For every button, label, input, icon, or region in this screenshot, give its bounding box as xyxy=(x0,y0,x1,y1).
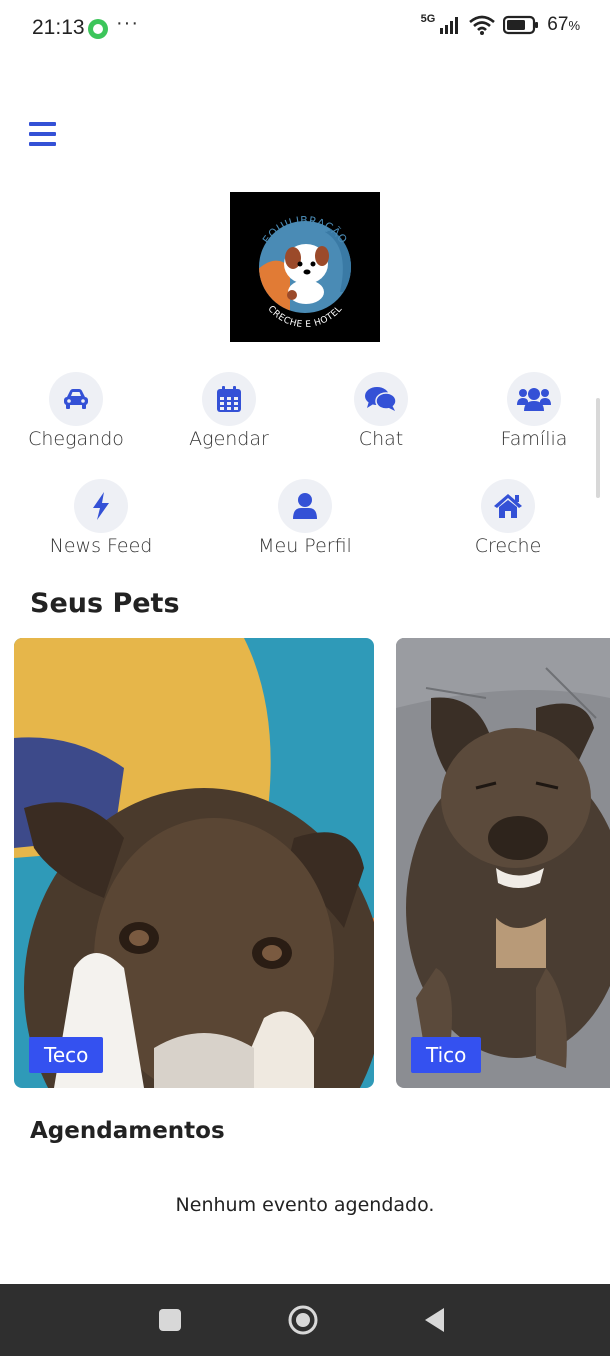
quick-action-label: Chegando xyxy=(28,428,124,450)
pet-card-tico[interactable]: Tico xyxy=(396,638,610,1088)
quick-action-label: News Feed xyxy=(49,535,153,557)
pet-name-badge: Tico xyxy=(411,1037,482,1073)
appointments-empty-text: Nenhum evento agendado. xyxy=(175,1194,435,1216)
quick-action-agendar[interactable]: Agendar xyxy=(179,372,279,450)
quick-action-familia[interactable]: Família xyxy=(484,372,584,450)
scrollbar[interactable] xyxy=(596,398,600,498)
system-nav-bar xyxy=(0,1284,610,1356)
quick-action-label: Família xyxy=(500,428,568,450)
user-icon xyxy=(278,479,332,533)
quick-action-chat[interactable]: Chat xyxy=(331,372,431,450)
home-button[interactable] xyxy=(273,1284,333,1356)
brand-logo: EQUILIBRAÇÃO CRECHE E HOTEL xyxy=(230,192,380,342)
notification-app-icon xyxy=(88,19,108,39)
quick-action-chegando[interactable]: Chegando xyxy=(26,372,126,450)
chat-icon xyxy=(354,372,408,426)
logo-image: EQUILIBRAÇÃO CRECHE E HOTEL xyxy=(255,214,355,330)
pet-photo xyxy=(14,638,374,1088)
wifi-icon xyxy=(469,15,496,35)
battery-unit: % xyxy=(568,18,580,33)
status-indicators: 5G 67% xyxy=(420,13,580,36)
recents-button[interactable] xyxy=(140,1284,200,1356)
battery-percent: 67% xyxy=(547,14,580,36)
signal-icon xyxy=(440,17,459,34)
pet-name-badge: Teco xyxy=(29,1037,104,1073)
appointments-title: Agendamentos xyxy=(30,1118,225,1144)
quick-action-creche[interactable]: Creche xyxy=(453,479,563,557)
car-icon xyxy=(49,372,103,426)
status-bar: 21:13 ··· 5G 67% xyxy=(0,0,610,58)
bolt-icon xyxy=(74,479,128,533)
quick-action-label: Meu Perfil xyxy=(258,535,352,557)
circle-icon xyxy=(288,1305,318,1335)
quick-action-news-feed[interactable]: News Feed xyxy=(46,479,156,557)
back-button[interactable] xyxy=(405,1284,465,1356)
quick-action-label: Chat xyxy=(358,428,404,450)
family-icon xyxy=(507,372,561,426)
pet-card-teco[interactable]: Teco xyxy=(14,638,374,1088)
more-notifications-icon: ··· xyxy=(116,12,139,34)
status-time: 21:13 xyxy=(32,16,85,39)
pet-photo xyxy=(396,638,610,1088)
home-icon xyxy=(481,479,535,533)
triangle-back-icon xyxy=(425,1308,444,1332)
network-type-label: 5G xyxy=(420,13,436,25)
square-icon xyxy=(159,1309,181,1331)
quick-action-label: Agendar xyxy=(189,428,269,450)
battery-icon xyxy=(503,15,539,35)
quick-action-meu-perfil[interactable]: Meu Perfil xyxy=(250,479,360,557)
quick-action-label: Creche xyxy=(474,535,542,557)
pets-section-title: Seus Pets xyxy=(30,588,180,619)
menu-icon[interactable] xyxy=(29,122,57,148)
battery-value: 67 xyxy=(547,14,569,35)
calendar-icon xyxy=(202,372,256,426)
